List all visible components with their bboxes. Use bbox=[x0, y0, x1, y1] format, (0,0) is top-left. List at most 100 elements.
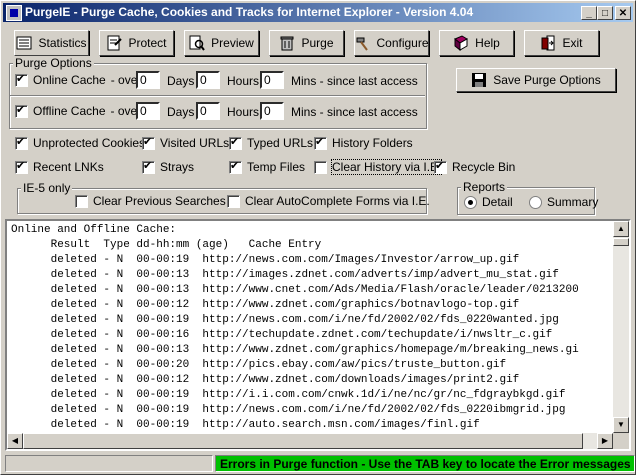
app-icon[interactable] bbox=[6, 5, 22, 21]
exit-label: Exit bbox=[562, 36, 583, 50]
group-divider bbox=[10, 95, 425, 97]
trash-icon bbox=[279, 35, 295, 51]
status-panel-error: Errors in Purge function - Use the TAB k… bbox=[215, 455, 635, 472]
detail-label: Detail bbox=[482, 195, 513, 209]
vertical-scrollbar[interactable]: ▲ ▼ bbox=[613, 221, 629, 433]
visited-urls-check[interactable] bbox=[142, 135, 155, 150]
scroll-right-button[interactable]: ▶ bbox=[597, 433, 613, 449]
strays-label: Strays bbox=[160, 160, 195, 174]
log-line: deleted - N 00-00:19 http://i.i.com.com/… bbox=[11, 389, 566, 401]
statistics-icon bbox=[16, 35, 32, 51]
recent-lnks-label: Recent LNKs bbox=[33, 160, 104, 174]
configure-label: Configure bbox=[376, 36, 429, 50]
temp-files-checkbox[interactable]: Temp Files bbox=[229, 159, 306, 174]
typed-urls-label: Typed URLs bbox=[247, 136, 314, 150]
purge-button[interactable]: Purge bbox=[269, 30, 344, 56]
online-mins-input[interactable]: 0 bbox=[260, 71, 284, 89]
log-line: deleted - N 00-00:16 http://techupdate.z… bbox=[11, 329, 553, 341]
clear-history-checkbox[interactable]: Clear History via I.E. bbox=[314, 159, 443, 175]
maximize-button[interactable]: □ bbox=[597, 6, 613, 20]
offline-cache-check[interactable] bbox=[15, 103, 28, 118]
recycle-bin-label: Recycle Bin bbox=[452, 160, 516, 174]
strays-check[interactable] bbox=[142, 159, 155, 174]
scroll-left-button[interactable]: ◀ bbox=[7, 433, 23, 449]
visited-urls-label: Visited URLs bbox=[160, 136, 230, 150]
history-folders-label: History Folders bbox=[332, 136, 413, 150]
reports-label: Reports bbox=[461, 180, 508, 194]
offline-mins-input[interactable]: 0 bbox=[260, 102, 284, 120]
online-hours-input[interactable]: 0 bbox=[196, 71, 220, 89]
offline-hours-label: Hours bbox=[227, 105, 260, 119]
clear-autocomplete-check[interactable] bbox=[227, 194, 240, 208]
status-panel-left bbox=[5, 455, 213, 472]
temp-files-check[interactable] bbox=[229, 159, 242, 174]
scroll-up-button[interactable]: ▲ bbox=[613, 221, 629, 237]
horizontal-scroll-thumb[interactable] bbox=[23, 433, 583, 449]
summary-radio[interactable]: Summary bbox=[529, 195, 598, 209]
log-line: deleted - N 00-00:13 http://www.cnet.com… bbox=[11, 284, 579, 296]
clear-previous-searches-checkbox[interactable]: Clear Previous Searches bbox=[75, 194, 226, 208]
horizontal-scrollbar[interactable]: ◀ ▶ bbox=[7, 433, 613, 449]
recent-lnks-check[interactable] bbox=[15, 159, 28, 174]
online-mins-label: Mins - since last access bbox=[291, 74, 418, 88]
statistics-button[interactable]: Statistics bbox=[14, 30, 89, 56]
log-line: deleted - N 00-00:20 http://pics.ebay.co… bbox=[11, 359, 507, 371]
close-button[interactable]: ✕ bbox=[615, 6, 631, 20]
protect-button[interactable]: Protect bbox=[99, 30, 174, 56]
clear-autocomplete-checkbox[interactable]: Clear AutoComplete Forms via I.E. bbox=[227, 194, 430, 208]
online-cache-checkbox[interactable]: Online Cache - over bbox=[15, 72, 141, 87]
clear-history-check[interactable] bbox=[314, 160, 327, 174]
recycle-bin-checkbox[interactable]: Recycle Bin bbox=[434, 159, 516, 174]
history-folders-checkbox[interactable]: History Folders bbox=[314, 135, 413, 150]
recycle-bin-check[interactable] bbox=[434, 159, 447, 174]
preview-label: Preview bbox=[211, 36, 254, 50]
temp-files-label: Temp Files bbox=[247, 160, 306, 174]
offline-mins-label: Mins - since last access bbox=[291, 105, 418, 119]
typed-urls-check[interactable] bbox=[229, 135, 242, 150]
minimize-button[interactable]: _ bbox=[581, 6, 597, 20]
typed-urls-checkbox[interactable]: Typed URLs bbox=[229, 135, 314, 150]
preview-button[interactable]: Preview bbox=[184, 30, 259, 56]
unprotected-cookies-checkbox[interactable]: Unprotected Cookies bbox=[15, 135, 145, 150]
save-purge-options-button[interactable]: Save Purge Options bbox=[456, 68, 616, 92]
scroll-thumb[interactable] bbox=[613, 238, 629, 246]
offline-hours-input[interactable]: 0 bbox=[196, 102, 220, 120]
clear-autocomplete-label: Clear AutoComplete Forms via I.E. bbox=[245, 194, 430, 208]
online-cache-label: Online Cache bbox=[33, 73, 106, 87]
offline-cache-checkbox[interactable]: Offline Cache - over bbox=[15, 103, 141, 118]
clear-previous-searches-check[interactable] bbox=[75, 194, 88, 208]
unprotected-cookies-check[interactable] bbox=[15, 135, 28, 150]
exit-door-icon bbox=[540, 35, 556, 51]
history-folders-check[interactable] bbox=[314, 135, 327, 150]
configure-button[interactable]: Configure bbox=[354, 30, 429, 56]
help-book-icon bbox=[453, 35, 469, 52]
purge-label: Purge bbox=[301, 36, 334, 50]
log-line: deleted - N 00-00:19 http://news.com.com… bbox=[11, 404, 566, 416]
log-output[interactable]: Online and Offline Cache: Result Type dd… bbox=[5, 219, 631, 451]
offline-days-input[interactable]: 0 bbox=[136, 102, 160, 120]
main-window: PurgeIE - Purge Cache, Cookies and Track… bbox=[0, 0, 636, 475]
floppy-disk-icon bbox=[471, 72, 487, 88]
online-days-input[interactable]: 0 bbox=[136, 71, 160, 89]
title-bar[interactable]: PurgeIE - Purge Cache, Cookies and Track… bbox=[3, 3, 633, 22]
log-line: deleted - N 00-00:12 http://www.zdnet.co… bbox=[11, 374, 520, 386]
log-line: deleted - N 00-00:12 http://www.zdnet.co… bbox=[11, 299, 520, 311]
online-cache-check[interactable] bbox=[15, 72, 28, 87]
detail-radio-dot[interactable] bbox=[464, 195, 477, 209]
visited-urls-checkbox[interactable]: Visited URLs bbox=[142, 135, 230, 150]
summary-radio-dot[interactable] bbox=[529, 195, 542, 209]
hammer-icon bbox=[354, 35, 370, 51]
summary-label: Summary bbox=[547, 195, 599, 209]
help-button[interactable]: Help bbox=[439, 30, 514, 56]
online-hours-label: Hours bbox=[227, 74, 260, 88]
strays-checkbox[interactable]: Strays bbox=[142, 159, 195, 174]
recent-lnks-checkbox[interactable]: Recent LNKs bbox=[15, 159, 104, 174]
protect-label: Protect bbox=[128, 36, 167, 50]
detail-radio[interactable]: Detail bbox=[464, 195, 513, 209]
log-line: deleted - N 00-00:19 http://news.com.com… bbox=[11, 254, 520, 266]
log-line: deleted - N 00-00:19 http://auto.search.… bbox=[11, 419, 480, 431]
scroll-down-button[interactable]: ▼ bbox=[613, 417, 629, 433]
exit-button[interactable]: Exit bbox=[524, 30, 599, 56]
offline-days-label: Days bbox=[167, 105, 195, 119]
log-line: deleted - N 00-00:19 http://news.com.com… bbox=[11, 314, 559, 326]
